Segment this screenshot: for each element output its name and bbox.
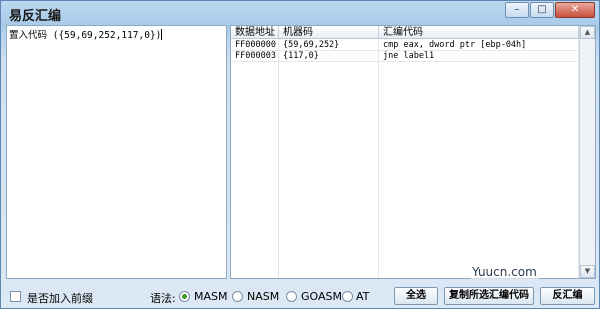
radio-masm[interactable] xyxy=(179,291,190,302)
cell-address: FF000003 xyxy=(231,51,279,62)
radio-goasm-label[interactable]: GOASM xyxy=(301,290,342,303)
table-row[interactable]: FF000003 {117,0} jne label1 xyxy=(231,51,580,62)
radio-at-label[interactable]: AT xyxy=(356,290,369,303)
window-title: 易反汇编 xyxy=(9,9,62,24)
radio-at[interactable] xyxy=(342,291,353,302)
cell-machine-code: {117,0} xyxy=(279,51,379,62)
text-caret xyxy=(161,29,163,40)
radio-nasm-label[interactable]: NASM xyxy=(247,290,279,303)
cell-machine-code: {59,69,252} xyxy=(279,40,379,51)
column-divider xyxy=(378,39,379,278)
radio-goasm[interactable] xyxy=(286,291,297,302)
copy-asm-button[interactable]: 复制所选汇编代码 xyxy=(444,287,534,305)
window-controls: – □ ✕ xyxy=(505,2,595,18)
cell-asm: cmp eax, dword ptr [ebp-04h] xyxy=(379,40,579,51)
watermark: Yuucn.com xyxy=(469,265,540,279)
code-input-value: 置入代码 ({59,69,252,117,0}) xyxy=(9,30,162,41)
table-row[interactable]: FF000000 {59,69,252} cmp eax, dword ptr … xyxy=(231,40,580,51)
app-window: 易反汇编 – □ ✕ 置入代码 ({59,69,252,117,0}) 数据地址… xyxy=(0,0,600,309)
cell-asm: jne label1 xyxy=(379,51,579,62)
disassembly-grid: 数据地址 机器码 汇编代码 FF000000 {59,69,252} cmp e… xyxy=(231,26,580,278)
radio-nasm[interactable] xyxy=(232,291,243,302)
prefix-checkbox-label[interactable]: 是否加入前缀 xyxy=(27,290,93,306)
prefix-checkbox[interactable] xyxy=(10,291,21,302)
cell-address: FF000000 xyxy=(231,40,279,51)
maximize-button[interactable]: □ xyxy=(530,2,554,18)
code-input-area[interactable]: 置入代码 ({59,69,252,117,0}) xyxy=(6,25,227,279)
column-header-asm[interactable]: 汇编代码 xyxy=(379,26,579,39)
close-button[interactable]: ✕ xyxy=(555,2,595,18)
select-all-button[interactable]: 全选 xyxy=(394,287,438,305)
radio-masm-label[interactable]: MASM xyxy=(194,290,228,303)
minimize-button[interactable]: – xyxy=(505,2,529,18)
bottom-toolbar: 是否加入前缀 语法: MASM NASM GOASM AT 全选 复制所选汇编代… xyxy=(1,282,600,309)
code-input-text: 置入代码 ({59,69,252,117,0}) xyxy=(9,27,163,41)
disassemble-button[interactable]: 反汇编 xyxy=(540,287,595,305)
column-divider xyxy=(278,39,279,278)
column-header-machine-code[interactable]: 机器码 xyxy=(279,26,379,39)
syntax-label: 语法: xyxy=(150,292,176,305)
disassembly-table[interactable]: 数据地址 机器码 汇编代码 FF000000 {59,69,252} cmp e… xyxy=(230,25,596,279)
column-header-address[interactable]: 数据地址 xyxy=(231,26,279,39)
table-header: 数据地址 机器码 汇编代码 xyxy=(231,26,580,39)
scroll-down-icon[interactable]: ▼ xyxy=(580,265,595,278)
title-bar: 易反汇编 – □ ✕ xyxy=(1,1,599,25)
scroll-up-icon[interactable]: ▲ xyxy=(580,26,595,39)
vertical-scrollbar[interactable]: ▲ ▼ xyxy=(579,26,595,278)
